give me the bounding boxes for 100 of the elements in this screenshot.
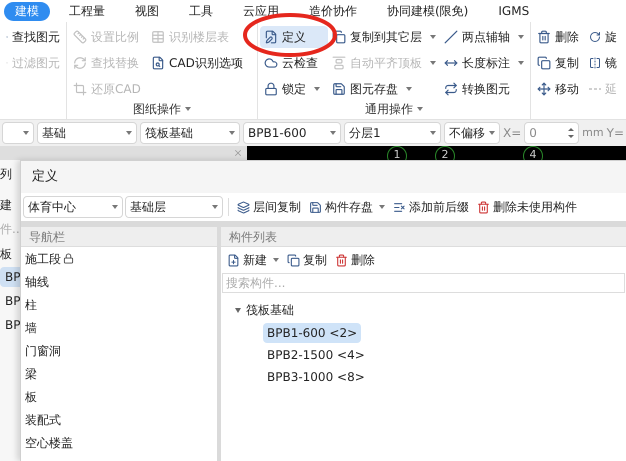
ribbon-button[interactable]: 定义: [260, 26, 328, 48]
caret-icon: [112, 205, 118, 209]
dialog-title: 定义: [32, 168, 58, 186]
caret-icon: [212, 205, 218, 209]
tree-item[interactable]: BPB2-1500 <4>: [263, 345, 369, 365]
search-field[interactable]: 搜索构件...: [222, 273, 625, 293]
ribbon-button[interactable]: 查找图元: [2, 26, 64, 48]
dropdown-field[interactable]: 不偏移: [444, 122, 500, 144]
ribbon-button[interactable]: 两点辅轴: [440, 26, 528, 48]
ribbon-button[interactable]: 复制到其它层: [328, 26, 440, 48]
caret-icon: [126, 131, 132, 135]
search-hint: 件..: [0, 221, 21, 238]
dash-icon: [589, 88, 601, 90]
copy-icon: [332, 30, 346, 44]
list-icon: [393, 200, 406, 214]
dropdown-field[interactable]: BPB1-600: [243, 122, 341, 144]
ribbon-button[interactable]: 转换图元: [440, 78, 528, 100]
nav-item[interactable]: 柱: [21, 293, 217, 316]
caret-icon: [489, 131, 495, 135]
file-search-icon: [151, 56, 165, 70]
caret-icon: [518, 35, 524, 39]
x-input[interactable]: 0: [524, 122, 580, 144]
ribbon-button[interactable]: 镜: [585, 52, 621, 74]
tree-item[interactable]: BPB3-1000 <8>: [263, 367, 369, 387]
caret-icon: [379, 205, 385, 209]
new-file-icon: [227, 254, 240, 266]
tree-item[interactable]: BPB1-600 <2>: [263, 323, 362, 343]
toolbar-button[interactable]: 层间复制: [234, 196, 304, 218]
align-icon: [332, 56, 346, 70]
lock-icon: [63, 253, 74, 264]
menu-tab[interactable]: 协同建模(限免): [376, 2, 480, 20]
ribbon-button[interactable]: 图元存盘: [328, 78, 440, 100]
menu-tab[interactable]: 视图: [124, 2, 170, 20]
cloud-icon: [264, 56, 278, 70]
dropdown-field[interactable]: 筏板基础: [140, 122, 240, 144]
lock-icon: [264, 82, 278, 96]
table-icon: [151, 30, 165, 44]
layers-icon: [237, 200, 250, 214]
panel-title: 列: [0, 166, 13, 183]
nav-item[interactable]: 墙: [21, 316, 217, 339]
caret-icon: [430, 61, 436, 65]
nav-item[interactable]: 梁: [21, 362, 217, 385]
spinner-icon[interactable]: [568, 127, 574, 139]
caret-icon: [23, 131, 29, 135]
ribbon-button[interactable]: 移动: [533, 78, 585, 100]
trash-icon: [335, 254, 348, 266]
slash-icon: [444, 30, 458, 44]
crop-icon: [73, 82, 87, 96]
toolbar-button[interactable]: 复制: [285, 250, 329, 270]
nav-item[interactable]: 门窗洞: [21, 339, 217, 362]
pane-header: 构件列表: [229, 228, 277, 246]
copy-icon: [287, 254, 300, 266]
caret-icon: [229, 131, 235, 135]
caret-icon: [518, 61, 524, 65]
rotate-icon: [589, 30, 601, 44]
caret-icon: [330, 131, 336, 135]
menu-tab[interactable]: 工具: [178, 2, 224, 20]
menu-tab[interactable]: 工程量: [58, 2, 116, 20]
caret-icon: [430, 35, 436, 39]
tree-node[interactable]: 筏板基础: [221, 299, 626, 321]
group-label: 通用操作: [365, 101, 413, 118]
ribbon-button[interactable]: 删除: [533, 26, 585, 48]
toolbar-button[interactable]: 添加前后缀: [390, 196, 472, 218]
toolbar-button[interactable]: 新建: [225, 250, 281, 270]
menu-tab[interactable]: IGMS: [487, 2, 540, 20]
toolbar-button[interactable]: 构件存盘: [306, 196, 388, 218]
toolbar-button[interactable]: 删除未使用构件: [474, 196, 580, 218]
nav-item[interactable]: 板: [21, 385, 217, 408]
menu-tab[interactable]: 造价协作: [298, 2, 368, 20]
ribbon-button[interactable]: 旋: [585, 26, 621, 48]
ribbon-button[interactable]: CAD识别选项: [147, 52, 255, 74]
refresh-icon: [73, 56, 87, 70]
caret-icon: [417, 107, 423, 111]
delete-list-icon: [477, 200, 490, 214]
nav-item[interactable]: 空心楼盖: [21, 431, 217, 454]
nav-item[interactable]: 装配式: [21, 408, 217, 431]
caret-icon: [185, 107, 191, 111]
caret-icon: [430, 131, 436, 135]
caret-icon: [314, 87, 320, 91]
ribbon-button[interactable]: 云检查: [260, 52, 328, 74]
toolbar-button[interactable]: 删除: [333, 250, 377, 270]
unit-label: mm: [582, 124, 604, 141]
y-label: Y=: [606, 125, 624, 142]
ribbon-button[interactable]: 复制: [533, 52, 585, 74]
dropdown-field[interactable]: 体育中心: [23, 196, 123, 218]
tree-label: 板: [0, 246, 13, 263]
ribbon-button[interactable]: 锁定: [260, 78, 328, 100]
nav-item[interactable]: 施工段: [21, 247, 217, 270]
dropdown-field[interactable]: 分层1: [344, 122, 441, 144]
expand-icon[interactable]: [235, 308, 241, 312]
dropdown-field[interactable]: 基础: [37, 122, 137, 144]
swap-icon: [444, 82, 458, 96]
copy-icon: [537, 56, 551, 70]
ribbon-button[interactable]: 长度标注: [440, 52, 528, 74]
caret-icon: [406, 87, 412, 91]
dropdown-field[interactable]: 基础层: [125, 196, 223, 218]
panel-label: 建: [0, 197, 13, 214]
save-icon: [332, 82, 346, 96]
move-icon: [537, 82, 551, 96]
dropdown-field[interactable]: [2, 122, 34, 144]
